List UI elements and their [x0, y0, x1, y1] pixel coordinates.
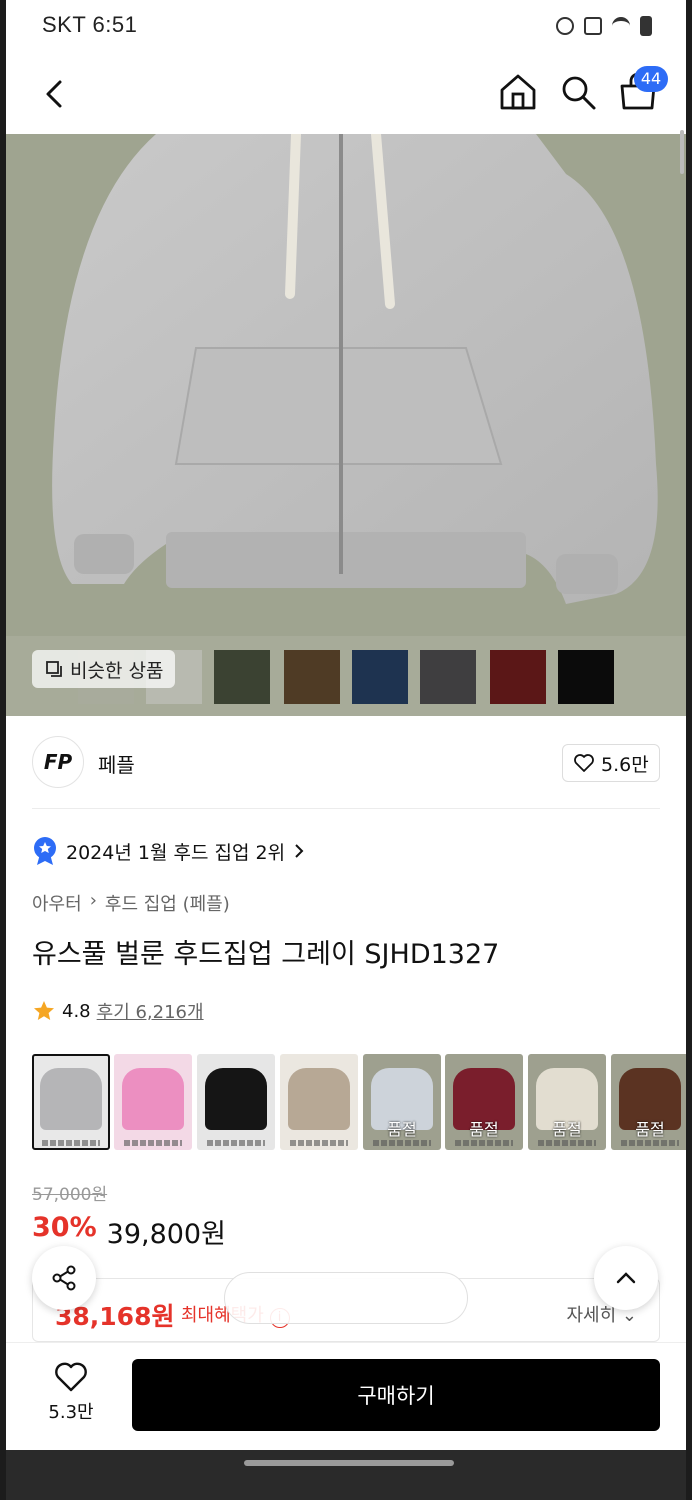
variant-thumbnail[interactable]	[197, 1054, 275, 1150]
variant-thumbnail[interactable]	[280, 1054, 358, 1150]
rating-value: 4.8	[62, 1000, 91, 1022]
color-swatch[interactable]	[352, 650, 408, 704]
breadcrumb-item[interactable]: 후드 집업 (페플)	[105, 890, 230, 916]
variant-thumbnail[interactable]	[114, 1054, 192, 1150]
divider	[32, 808, 660, 809]
breadcrumb: 아우터 › 후드 집업 (페플)	[32, 890, 230, 916]
buy-button[interactable]: 구매하기	[132, 1359, 660, 1431]
ranking-badge-icon	[34, 837, 56, 865]
bottom-action-bar: 5.3만 구매하기	[6, 1342, 686, 1450]
buy-label: 구매하기	[357, 1384, 435, 1408]
status-time: SKT 6:51	[42, 12, 138, 37]
brand-like-count: 5.6만	[601, 753, 649, 776]
brand-logo[interactable]: FP	[32, 736, 84, 788]
color-swatch[interactable]	[558, 650, 614, 704]
breadcrumb-separator-icon: ›	[89, 890, 97, 911]
search-icon[interactable]	[556, 70, 600, 114]
chevron-right-icon	[295, 844, 304, 858]
similar-products-button[interactable]: 비슷한 상품	[32, 650, 176, 688]
mute-icon	[584, 17, 602, 35]
brand-like-button[interactable]: 5.6만	[562, 744, 660, 782]
product-hero-image[interactable]	[6, 134, 686, 716]
copy-icon	[46, 661, 62, 677]
home-indicator[interactable]	[244, 1460, 454, 1466]
variant-thumbnail[interactable]: 품절	[611, 1054, 686, 1150]
original-price: 57,000원	[32, 1185, 108, 1205]
color-swatch[interactable]	[420, 650, 476, 704]
status-icons	[556, 16, 652, 36]
sold-out-label: 품절	[387, 1120, 417, 1139]
chevron-up-icon	[616, 1272, 636, 1284]
floating-pill[interactable]	[224, 1272, 468, 1324]
app-screen: SKT 6:51 44 비슷한 상품 FP 페플 5.6만 2024년 1월 후…	[6, 0, 686, 1500]
color-swatch-strip: 비슷한 상품	[6, 636, 686, 716]
top-nav: 44	[6, 54, 686, 134]
wishlist-button[interactable]: 5.3만	[36, 1361, 106, 1424]
sale-price: 39,800원	[106, 1219, 226, 1250]
details-label: 자세히	[566, 1305, 617, 1326]
star-icon	[34, 1001, 54, 1020]
brand-logo-text: FP	[43, 750, 73, 774]
variant-thumbnail[interactable]: 품절	[363, 1054, 441, 1150]
color-swatch[interactable]	[490, 650, 546, 704]
product-title: 유스풀 벌룬 후드집업 그레이 SJHD1327	[32, 939, 500, 970]
breadcrumb-item[interactable]: 아우터	[32, 890, 82, 916]
share-button[interactable]	[32, 1246, 96, 1310]
variant-thumbnail[interactable]	[32, 1054, 110, 1150]
brand-name[interactable]: 페플	[98, 749, 135, 778]
variant-thumbnail[interactable]: 품절	[528, 1054, 606, 1150]
back-arrow-icon[interactable]	[36, 74, 76, 114]
review-count-link[interactable]: 후기 6,216개	[97, 998, 204, 1024]
scroll-indicator	[680, 130, 684, 174]
wishlist-count: 5.3만	[48, 1402, 94, 1423]
sold-out-label: 품절	[635, 1120, 665, 1139]
color-swatch[interactable]	[214, 650, 270, 704]
alarm-icon	[556, 17, 574, 35]
sold-out-label: 품절	[469, 1120, 499, 1139]
ranking-link[interactable]: 2024년 1월 후드 집업 2위	[32, 836, 305, 866]
heart-icon	[55, 1362, 87, 1392]
battery-icon	[640, 16, 652, 36]
variant-thumbnail[interactable]: 품절	[445, 1054, 523, 1150]
color-swatch[interactable]	[284, 650, 340, 704]
home-icon[interactable]	[496, 70, 540, 114]
ranking-text: 2024년 1월 후드 집업 2위	[66, 841, 286, 864]
rating-row: 4.8 후기 6,216개	[32, 998, 204, 1024]
heart-icon	[574, 754, 594, 772]
similar-label: 비슷한 상품	[70, 659, 164, 682]
sold-out-label: 품절	[552, 1120, 582, 1139]
system-nav-bar	[6, 1450, 686, 1500]
hoodie-image	[52, 134, 658, 604]
cart-count-badge: 44	[634, 66, 668, 92]
share-icon	[52, 1265, 76, 1291]
wifi-icon	[612, 17, 630, 35]
scroll-top-button[interactable]	[594, 1246, 658, 1310]
status-bar: SKT 6:51	[6, 0, 686, 54]
brand-row: FP 페플 5.6만	[6, 716, 686, 808]
variant-thumbnails: 품절 품절 품절 품절	[32, 1054, 686, 1150]
